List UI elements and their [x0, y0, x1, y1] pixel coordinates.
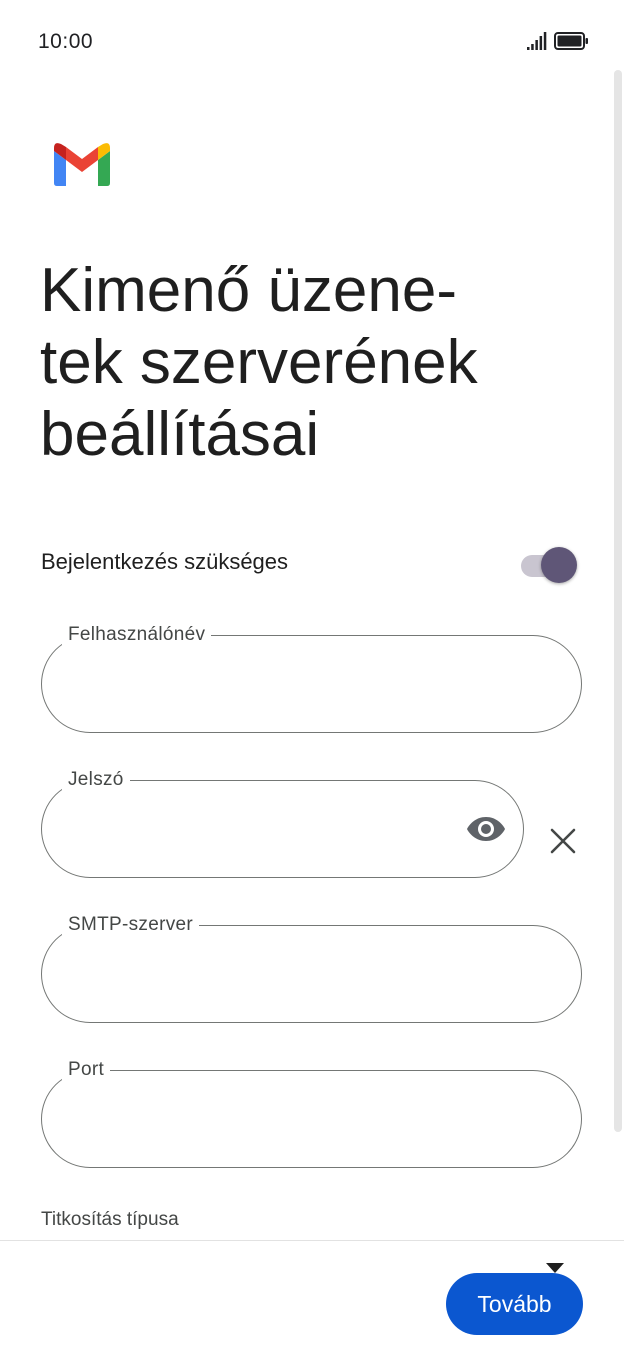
username-label: Felhasználónév [62, 623, 212, 647]
signal-icon [527, 32, 547, 50]
status-time: 10:00 [38, 30, 94, 53]
scrollbar[interactable] [614, 70, 622, 1132]
smtp-server-field[interactable]: SMTP-szerver [41, 913, 582, 1023]
dropdown-arrow-icon[interactable] [546, 1263, 564, 1273]
port-label: Port [62, 1058, 111, 1082]
login-required-toggle[interactable] [519, 547, 579, 583]
encryption-type-label: Titkosítás típusa [41, 1209, 179, 1230]
toggle-thumb [541, 547, 577, 583]
smtp-server-input[interactable] [70, 954, 550, 994]
port-field[interactable]: Port [41, 1058, 582, 1168]
password-field[interactable]: Jelszó [41, 768, 524, 878]
gmail-logo [54, 143, 110, 186]
login-required-label: Bejelentkezés szükséges [41, 549, 289, 574]
port-input[interactable] [70, 1099, 550, 1139]
page-title: Kimenő üzene- tek szerverének beállítása… [40, 255, 560, 471]
password-input[interactable] [70, 809, 450, 849]
status-bar: 10:00 [0, 0, 624, 84]
username-input[interactable] [70, 664, 550, 704]
eye-icon[interactable] [466, 814, 506, 844]
page-title-text: Kimenő üzene- tek szerverének beállítása… [40, 256, 478, 469]
battery-icon [554, 32, 588, 50]
username-field[interactable]: Felhasználónév [41, 623, 582, 733]
password-label: Jelszó [62, 768, 130, 792]
screen: 10:00 Kimenő üzene- tek szerverének beál… [0, 0, 624, 1365]
next-button[interactable]: Tovább [446, 1273, 583, 1335]
close-icon[interactable] [548, 826, 578, 856]
smtp-server-label: SMTP-szerver [62, 913, 199, 937]
